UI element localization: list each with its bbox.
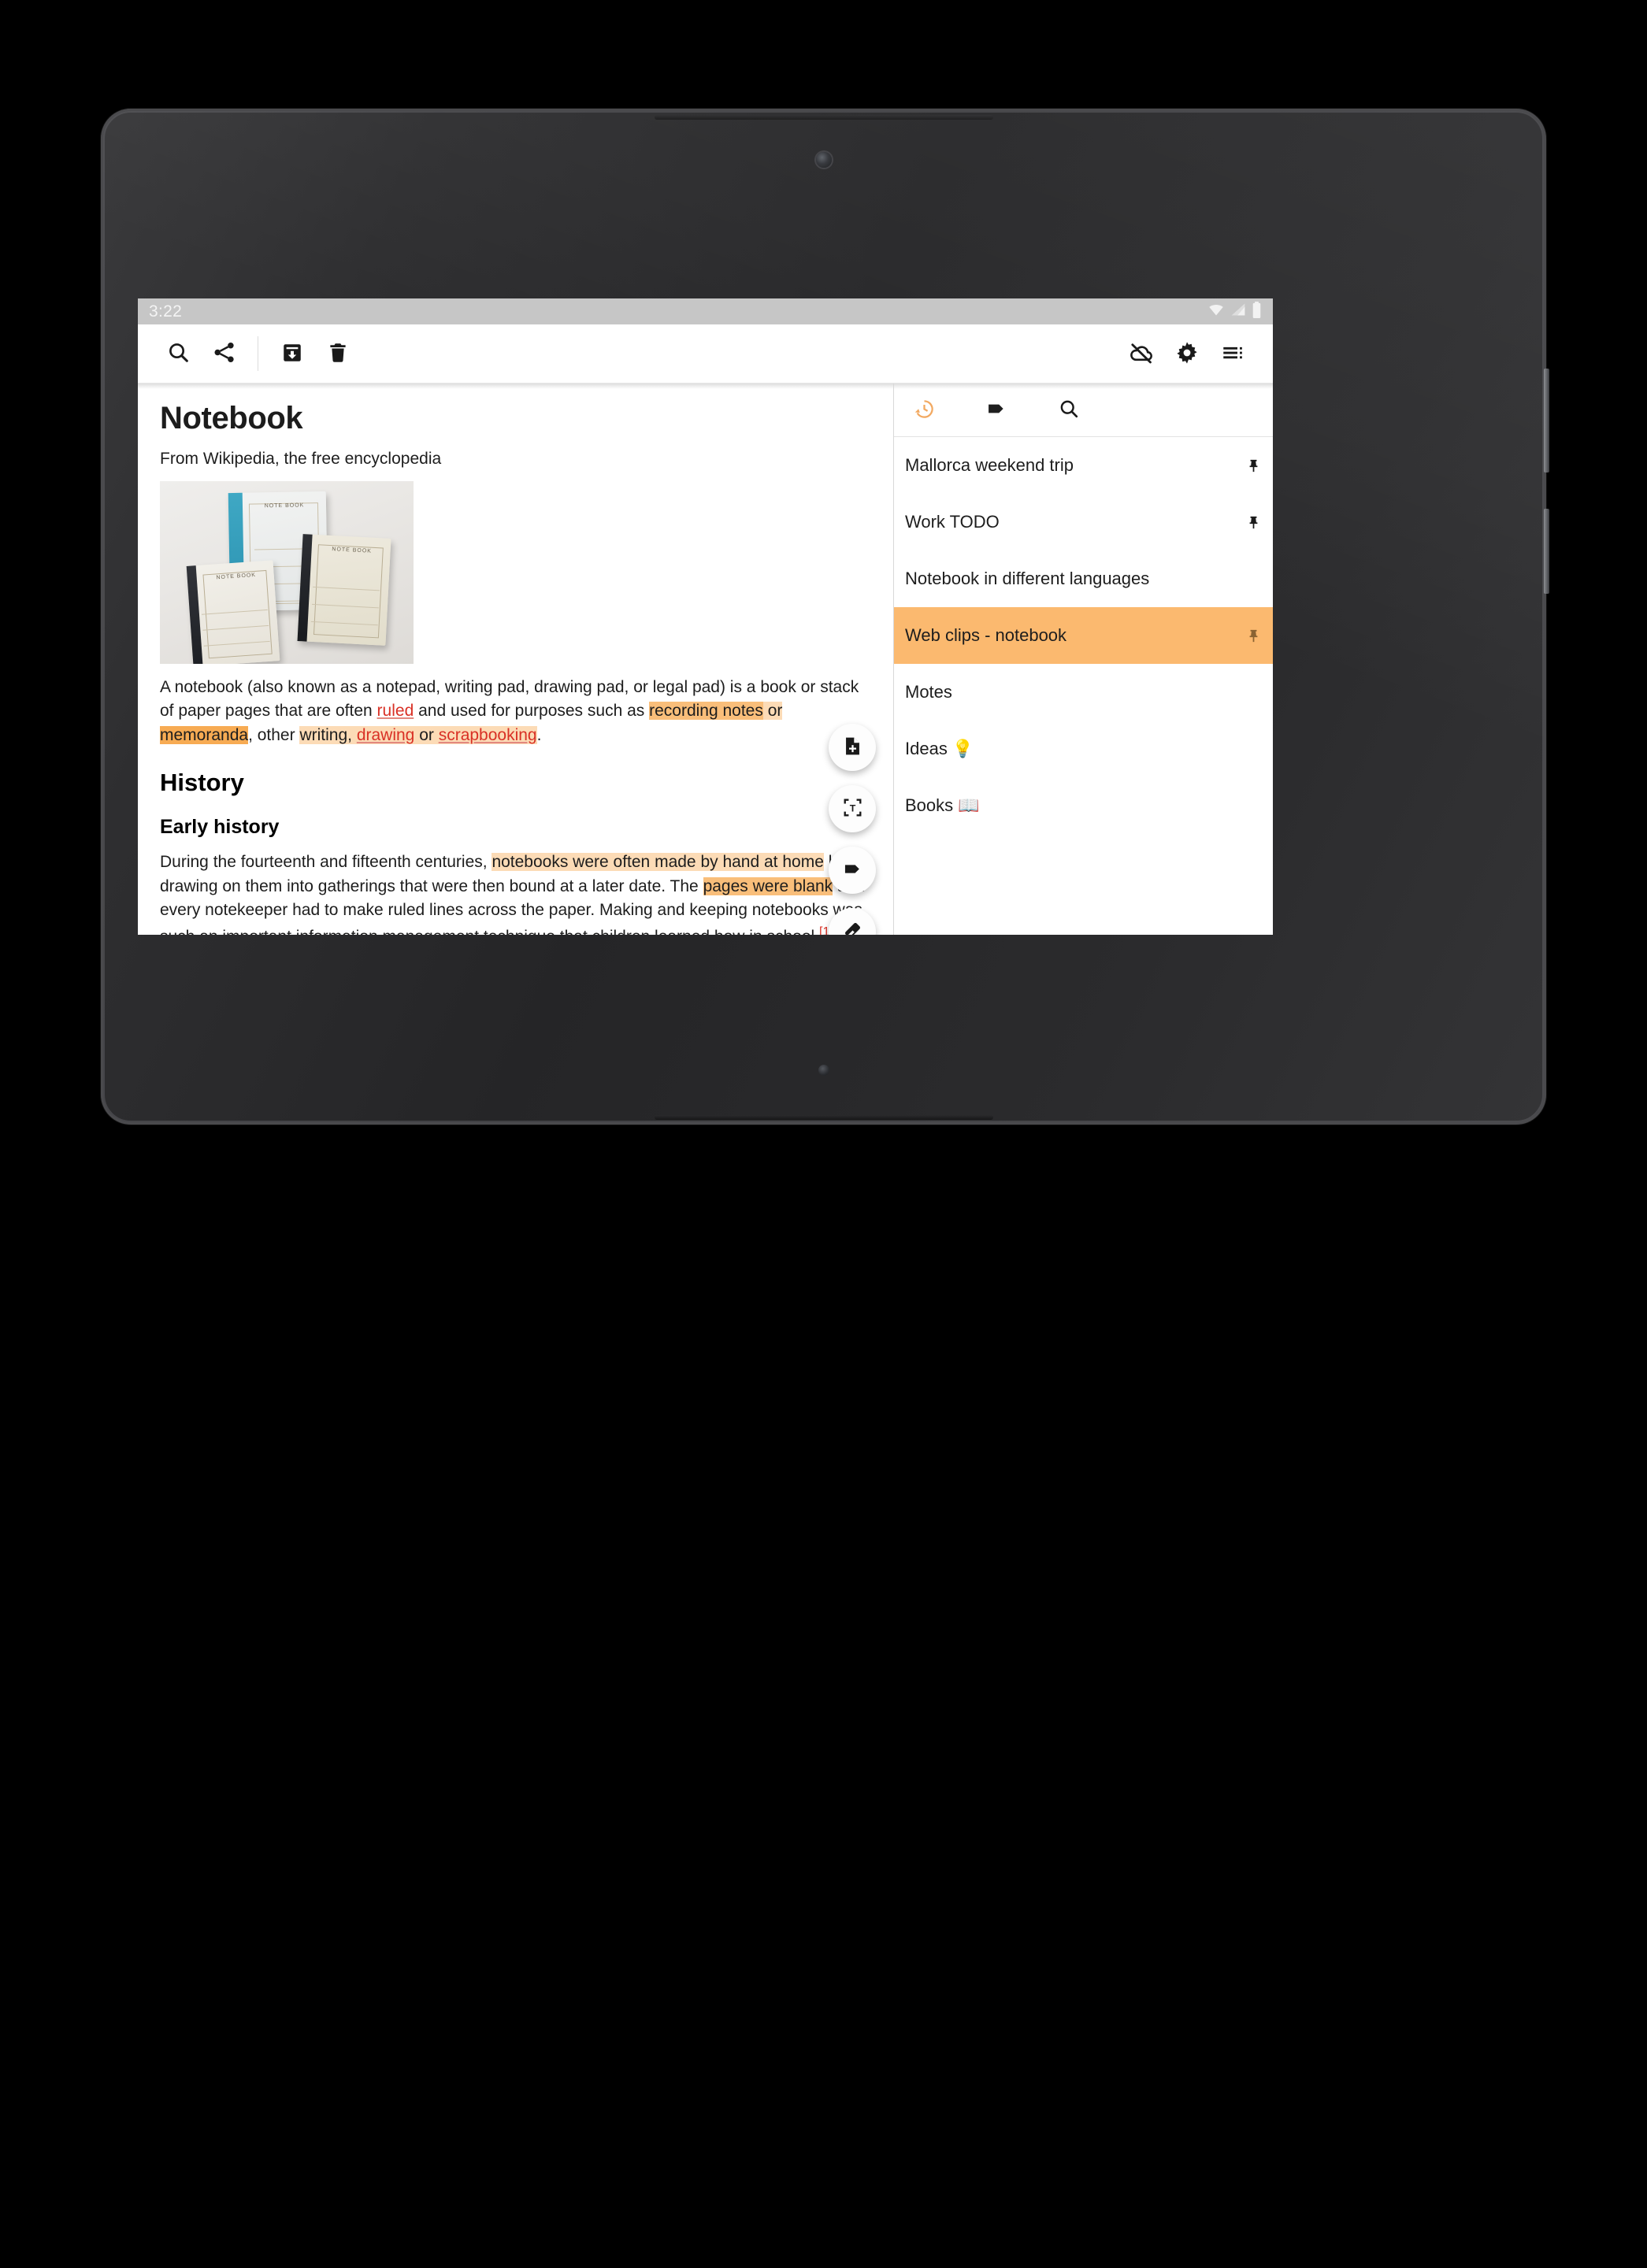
notebook-right: NOTE BOOK xyxy=(297,534,391,646)
page-title: Notebook xyxy=(160,401,303,435)
pin-icon[interactable] xyxy=(1240,628,1267,643)
notebooks-photo: NOTE BOOK NOTE BOOK NOTE BOOK xyxy=(160,481,414,664)
note-add-icon xyxy=(842,736,863,759)
link-scrapbooking[interactable]: scrapbooking xyxy=(438,725,537,744)
highlight-made-by-hand: notebooks were often made by hand at hom… xyxy=(492,853,824,872)
pin-icon[interactable] xyxy=(1240,515,1267,530)
highlight-recording-notes: recording notes xyxy=(649,702,763,721)
list-item[interactable]: Mallorca weekend trip xyxy=(894,437,1273,494)
side-pane-tabs xyxy=(894,384,1273,437)
intro-text-3: or xyxy=(762,702,783,721)
note-title: Notebook in different languages xyxy=(905,569,1150,588)
delete-button[interactable] xyxy=(315,331,361,376)
search-icon xyxy=(1058,398,1080,422)
search-icon xyxy=(166,340,191,367)
list-item[interactable]: Ideas 💡 xyxy=(894,721,1273,777)
tag-icon xyxy=(842,858,863,882)
home-indicator xyxy=(818,1065,829,1076)
list-item[interactable]: Web clips - notebook xyxy=(894,607,1273,664)
note-list: Mallorca weekend trip Work TODO Notebook… xyxy=(894,437,1273,834)
article-pane[interactable]: Notebook From Wikipedia, the free encycl… xyxy=(138,384,893,935)
tag-fab[interactable] xyxy=(829,847,876,894)
intro-paragraph: A notebook (also known as a notepad, wri… xyxy=(160,676,871,747)
add-note-fab[interactable] xyxy=(829,724,876,771)
intro-text-2: and used for purposes such as xyxy=(414,702,650,721)
share-button[interactable] xyxy=(201,331,247,376)
list-menu-icon xyxy=(1221,341,1245,367)
list-item[interactable]: Motes xyxy=(894,664,1273,721)
tab-tags[interactable] xyxy=(977,391,1015,429)
article-source-line: From Wikipedia, the free encyclopedia xyxy=(160,450,442,468)
tab-history[interactable] xyxy=(905,391,943,429)
note-title: Mallorca weekend trip xyxy=(905,455,1074,475)
intro-text-5: . xyxy=(536,725,542,744)
select-text-fab[interactable]: T xyxy=(829,785,876,832)
intro-text-or: or xyxy=(414,725,439,744)
eraser-icon xyxy=(842,920,863,935)
cloud-off-icon xyxy=(1129,340,1154,368)
content-area: Notebook From Wikipedia, the free encycl… xyxy=(138,384,1273,935)
status-clock: 3:22 xyxy=(149,302,183,321)
archive-download-icon xyxy=(280,341,304,367)
history-clock-icon xyxy=(913,398,936,423)
early-history-paragraph: During the fourteenth and fifteenth cent… xyxy=(160,850,871,935)
text-select-icon: T xyxy=(842,797,863,821)
highlight-pages-blank: pages were blank xyxy=(703,876,833,895)
device-screen: 3:22 Notebook From Wikipedia, the free e… xyxy=(138,298,1273,935)
link-drawing[interactable]: drawing xyxy=(356,725,415,744)
note-title: Ideas 💡 xyxy=(905,739,974,758)
notebook-left: NOTE BOOK xyxy=(186,560,280,664)
heading-history: History xyxy=(160,769,244,797)
wifi-icon xyxy=(1207,302,1225,321)
note-title: Motes xyxy=(905,682,952,702)
front-camera xyxy=(815,152,832,168)
share-icon xyxy=(212,340,236,367)
highlight-writing: writing, xyxy=(299,725,352,744)
note-title: Web clips - notebook xyxy=(905,625,1067,645)
notes-side-pane: Mallorca weekend trip Work TODO Notebook… xyxy=(893,384,1273,935)
overflow-menu-button[interactable] xyxy=(1210,331,1256,376)
search-button[interactable] xyxy=(155,331,201,376)
gear-icon xyxy=(1174,340,1200,368)
intro-text-4: , other xyxy=(248,725,300,744)
pin-icon[interactable] xyxy=(1240,458,1267,473)
tablet-device: 3:22 Notebook From Wikipedia, the free e… xyxy=(101,109,1549,1125)
archive-button[interactable] xyxy=(269,331,315,376)
highlight-memoranda: memoranda xyxy=(160,725,249,744)
cell-signal-icon xyxy=(1230,302,1246,321)
heading-early-history: Early history xyxy=(160,816,280,839)
tag-icon xyxy=(985,398,1007,422)
trash-icon xyxy=(326,341,350,367)
eh-text-1: During the fourteenth and fifteenth cent… xyxy=(160,853,492,872)
battery-icon xyxy=(1252,301,1262,322)
sync-off-button[interactable] xyxy=(1118,331,1164,376)
volume-button[interactable] xyxy=(1544,509,1549,594)
app-toolbar xyxy=(138,324,1273,384)
svg-text:T: T xyxy=(849,802,855,813)
settings-button[interactable] xyxy=(1164,331,1210,376)
link-ruled[interactable]: ruled xyxy=(377,702,414,720)
list-item[interactable]: Books 📖 xyxy=(894,777,1273,834)
note-title: Work TODO xyxy=(905,512,1000,532)
list-item[interactable]: Work TODO xyxy=(894,494,1273,550)
status-bar: 3:22 xyxy=(138,298,1273,324)
list-item[interactable]: Notebook in different languages xyxy=(894,550,1273,607)
speaker-grille-top xyxy=(654,115,993,120)
note-title: Books 📖 xyxy=(905,795,980,815)
power-button[interactable] xyxy=(1544,369,1549,472)
speaker-grille-bottom xyxy=(654,1115,993,1120)
tab-search[interactable] xyxy=(1050,391,1088,429)
